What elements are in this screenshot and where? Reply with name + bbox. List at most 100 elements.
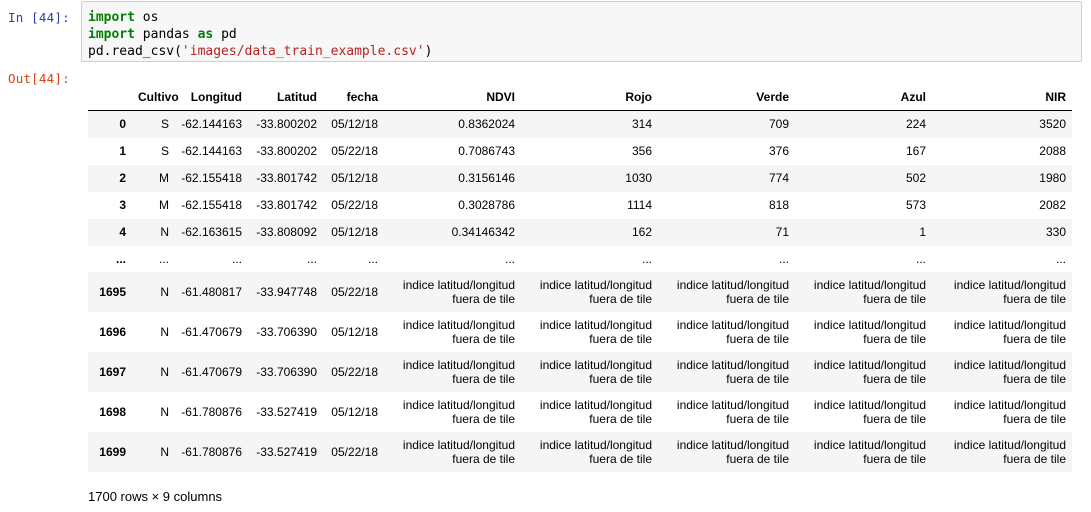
table-row: 1697 N -61.470679 -33.706390 05/22/18 indice … [88,351,1072,392]
table-cell: 05/12/18 [331,324,378,339]
dataframe-table: Cultivo Longitud Latitud fecha NDVI Rojo… [88,84,1072,472]
table-cell: -61.470679 [181,324,242,339]
table-cell: -62.163615 [181,225,242,239]
column-header: Rojo [521,84,658,111]
column-header: Cultivo [132,84,179,111]
code-text: pd.read_csv( [88,44,182,59]
table-row: 1 S -62.144163 -33.800202 05/22/18 0.7086743 3… [88,138,1072,165]
table-cell: -33.801742 [256,171,317,185]
table-row: 0 S -62.144163 -33.800202 05/12/18 0.8362024 3… [88,110,1072,138]
table-cell: indice latitud/longitud fuera de tile [402,357,515,386]
code-text: pandas [134,27,198,42]
table-row: .............................. [88,246,1072,272]
row-index: 0 [119,117,126,132]
row-index: 1696 [99,324,126,339]
table-cell: S [160,117,169,132]
table-cell: indice latitud/longitud fuera de tile [676,437,789,466]
table-cell: M [159,171,169,185]
table-cell: 709 [768,117,789,132]
table-cell: N [160,364,169,379]
table-cell: ... [158,251,169,266]
table-cell: 2082 [1039,198,1066,212]
input-prompt: In [44]: [8,10,70,25]
table-cell: indice latitud/longitud fuera de tile [676,277,789,306]
table-row: 1699 N -61.780876 -33.527419 05/22/18 indice … [88,431,1072,472]
table-row: 1695 N -61.480817 -33.947748 05/22/18 indice … [88,271,1072,312]
table-cell: indice latitud/longitud fuera de tile [539,357,652,386]
index-header [88,84,132,111]
table-cell: ... [641,251,652,266]
table-row: 1698 N -61.780876 -33.527419 05/12/18 indice … [88,392,1072,432]
row-index: ... [115,251,126,266]
table-cell: ... [231,251,242,266]
table-row: 3 M -62.155418 -33.801742 05/22/18 0.3028786 1… [88,192,1072,219]
table-cell: 1114 [627,198,652,212]
table-cell: 818 [768,198,789,212]
table-cell: -61.480817 [181,284,242,299]
column-header: NDVI [384,84,521,111]
table-cell: 0.3156146 [458,171,515,185]
table-cell: S [160,144,169,158]
table-cell: -61.780876 [181,444,242,459]
code-editor[interactable]: import os import pandas as pd pd.read_csv(… [88,9,432,60]
table-cell: indice latitud/longitud fuera de tile [539,397,652,426]
keyword: import [88,10,135,25]
table-cell: 05/22/18 [331,364,378,379]
code-text: os [134,10,159,25]
table-cell: 05/22/18 [331,144,378,158]
table-cell: -62.144163 [181,144,242,158]
table-cell: indice latitud/longitud fuera de tile [813,437,926,466]
table-cell: indice latitud/longitud fuera de tile [813,317,926,346]
table-cell: -61.780876 [181,404,242,419]
column-header: fecha [323,84,384,111]
table-row: 4 N -62.163615 -33.808092 05/12/18 0.34146342… [88,218,1072,246]
table-cell: M [159,198,169,212]
table-cell: 1980 [1039,171,1066,185]
table-cell: ... [778,251,789,266]
table-cell: indice latitud/longitud fuera de tile [953,317,1066,346]
table-cell: -33.947748 [256,284,317,299]
column-header: Azul [795,84,932,111]
table-cell: indice latitud/longitud fuera de tile [402,397,515,426]
table-cell: -33.808092 [256,225,317,239]
table-cell: indice latitud/longitud fuera de tile [402,277,515,306]
keyword: as [197,27,214,42]
code-text: pd [213,27,237,42]
table-body: 0 S -62.144163 -33.800202 05/12/18 0.8362024 3… [88,110,1072,472]
table-cell: 330 [1045,225,1066,239]
table-cell: 2088 [1039,144,1066,158]
table-cell: 05/12/18 [331,404,378,419]
table-cell: 356 [631,144,652,158]
table-cell: indice latitud/longitud fuera de tile [539,317,652,346]
table-cell: indice latitud/longitud fuera de tile [539,277,652,306]
row-index: 4 [119,225,126,239]
code-input-cell[interactable]: import os import pandas as pd pd.read_csv(… [81,1,1082,62]
table-cell: 573 [905,198,926,212]
table-cell: -33.706390 [256,364,317,379]
table-cell: N [160,225,169,239]
code-line-3: pd.read_csv('images/data_train_example.c… [88,43,432,60]
table-cell: indice latitud/longitud fuera de tile [953,277,1066,306]
string-literal: 'images/data_train_example.csv' [181,44,425,59]
table-cell: 0.7086743 [458,144,515,158]
table-cell: -33.800202 [256,117,317,132]
table-cell: ... [1055,251,1066,266]
table-cell: 0.8362024 [458,117,515,132]
table-cell: indice latitud/longitud fuera de tile [676,317,789,346]
dataframe-shape-summary: 1700 rows × 9 columns [88,489,223,504]
row-index: 1697 [99,364,126,379]
table-cell: 314 [631,117,652,132]
table-cell: N [160,284,169,299]
table-cell: -61.470679 [181,364,242,379]
table-cell: 3520 [1039,117,1066,132]
table-cell: 162 [631,225,652,239]
table-cell: 05/22/18 [331,284,378,299]
table-cell: 376 [768,144,789,158]
row-index: 1699 [99,444,126,459]
table-row: 1696 N -61.470679 -33.706390 05/12/18 indice … [88,312,1072,352]
table-row: 2 M -62.155418 -33.801742 05/12/18 0.3156146 1… [88,164,1072,192]
table-cell: 0.3028786 [458,198,515,212]
table-header-row: Cultivo Longitud Latitud fecha NDVI Rojo… [88,84,1072,111]
table-cell: 224 [905,117,926,132]
table-cell: -62.144163 [181,117,242,132]
